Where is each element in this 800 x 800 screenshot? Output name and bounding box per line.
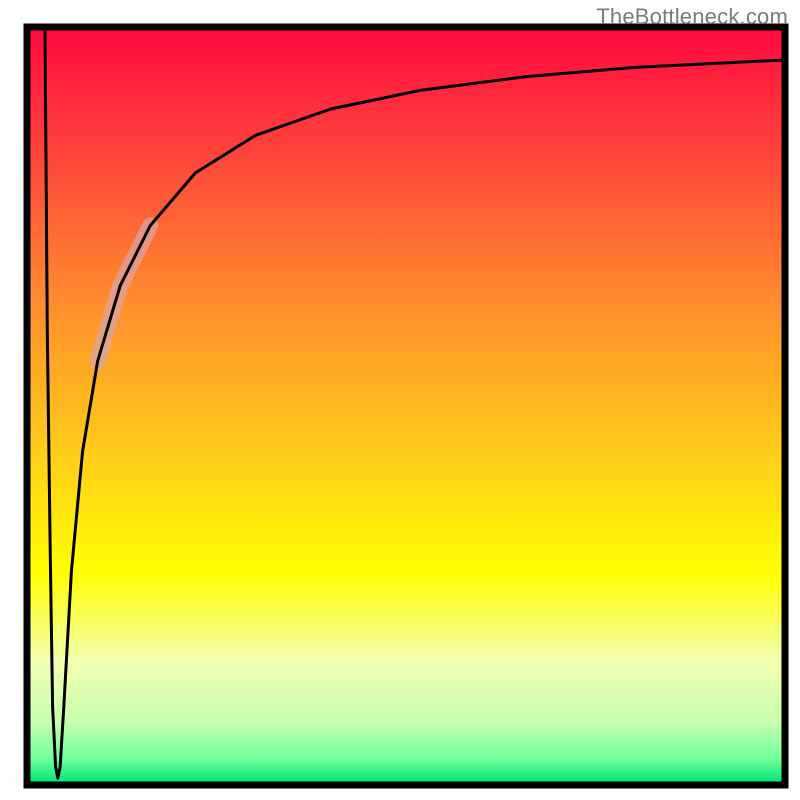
bottleneck-curve-chart (0, 0, 800, 800)
watermark-text: TheBottleneck.com (596, 4, 788, 30)
plot-background (30, 30, 782, 782)
chart-frame: TheBottleneck.com (0, 0, 800, 800)
